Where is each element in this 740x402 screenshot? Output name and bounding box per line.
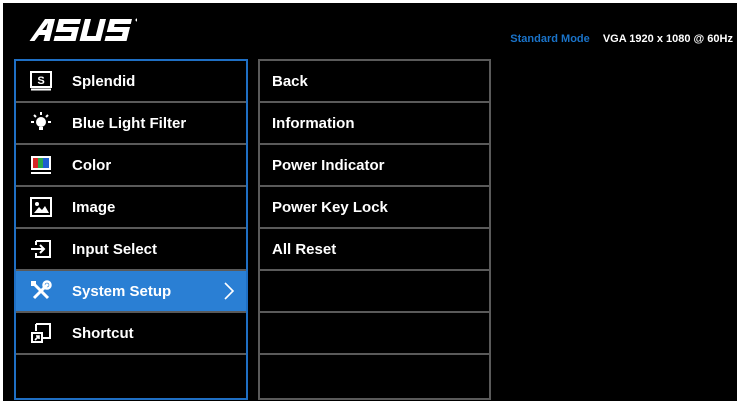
asus-logo-mark xyxy=(29,18,139,41)
color-icon xyxy=(30,154,52,176)
submenu: Back Information Power Indicator Power K… xyxy=(258,59,491,400)
shortcut-icon xyxy=(30,322,52,344)
menu-item-label: Image xyxy=(72,198,116,216)
submenu-item-power-key-lock[interactable]: Power Key Lock xyxy=(260,187,489,229)
submenu-item-empty xyxy=(260,271,489,313)
submenu-item-power-indicator[interactable]: Power Indicator xyxy=(260,145,489,187)
blue-light-icon xyxy=(30,112,52,134)
submenu-item-all-reset[interactable]: All Reset xyxy=(260,229,489,271)
status-line: Standard Mode VGA 1920 x 1080 @ 60Hz xyxy=(510,33,733,45)
menu-item-color[interactable]: Color xyxy=(16,145,246,187)
splendid-icon: S xyxy=(30,70,52,92)
menu-item-shortcut[interactable]: Shortcut xyxy=(16,313,246,355)
input-select-icon xyxy=(30,238,52,260)
menu-item-empty xyxy=(16,355,246,397)
submenu-item-information[interactable]: Information xyxy=(260,103,489,145)
svg-text:S: S xyxy=(37,75,44,87)
menu-item-splendid[interactable]: S Splendid xyxy=(16,61,246,103)
menu-item-label: Shortcut xyxy=(72,324,134,342)
chevron-right-icon xyxy=(222,281,236,301)
submenu-item-label: All Reset xyxy=(272,240,337,258)
signal-info: VGA 1920 x 1080 @ 60Hz xyxy=(602,33,733,45)
menu-item-input-select[interactable]: Input Select xyxy=(16,229,246,271)
wrench-screwdriver-icon xyxy=(30,280,52,302)
submenu-item-empty xyxy=(260,313,489,355)
submenu-item-label: Information xyxy=(272,114,355,132)
submenu-item-back[interactable]: Back xyxy=(260,61,489,103)
submenu-item-empty xyxy=(260,355,489,397)
main-menu: S Splendid Blue Light Filter Color Image… xyxy=(14,59,248,400)
menu-item-label: Blue Light Filter xyxy=(72,114,187,132)
menu-item-label: Input Select xyxy=(72,240,158,258)
submenu-item-label: Power Indicator xyxy=(272,156,385,174)
menu-item-blue-light-filter[interactable]: Blue Light Filter xyxy=(16,103,246,145)
menu-item-system-setup[interactable]: System Setup xyxy=(16,271,246,313)
osd-window: Standard Mode VGA 1920 x 1080 @ 60Hz S S… xyxy=(3,3,737,401)
submenu-item-label: Power Key Lock xyxy=(272,198,388,216)
menu-item-label: Splendid xyxy=(72,72,136,90)
menu-item-label: System Setup xyxy=(72,282,172,300)
menu-item-image[interactable]: Image xyxy=(16,187,246,229)
asus-logo xyxy=(27,11,139,47)
menu-item-label: Color xyxy=(72,156,112,174)
image-icon xyxy=(30,196,52,218)
mode-indicator: Standard Mode xyxy=(510,33,590,45)
submenu-item-label: Back xyxy=(272,72,308,90)
